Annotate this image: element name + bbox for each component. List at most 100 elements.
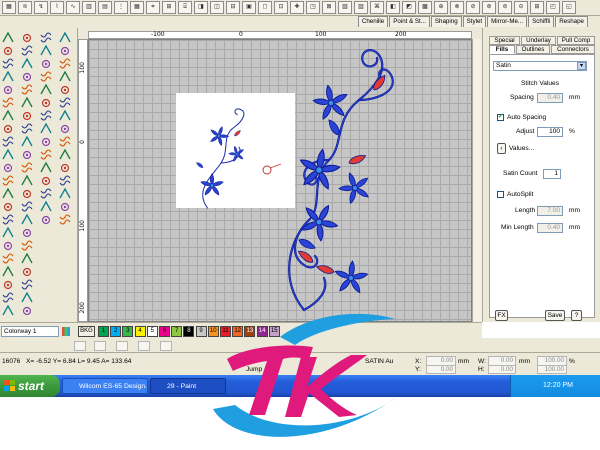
- tool-icon[interactable]: [21, 162, 33, 173]
- tool-icon[interactable]: [40, 83, 52, 95]
- tool-icon[interactable]: [3, 46, 13, 56]
- tool-icon[interactable]: [40, 32, 52, 43]
- tool-icon[interactable]: [2, 136, 14, 147]
- tab-outlines[interactable]: Outlines: [516, 45, 550, 54]
- length-input[interactable]: 7.00: [537, 206, 563, 216]
- design-grid[interactable]: [88, 39, 472, 322]
- satin-count-input[interactable]: 1: [543, 169, 561, 179]
- tool-icon[interactable]: ◻: [258, 1, 272, 14]
- tool-icon[interactable]: [74, 341, 86, 351]
- tool-icon[interactable]: ⊝: [514, 1, 528, 14]
- tool-icon[interactable]: ✚: [290, 1, 304, 14]
- tool-icon[interactable]: [21, 174, 33, 186]
- tool-icon[interactable]: [21, 240, 33, 251]
- embroidery-design[interactable]: [89, 40, 473, 323]
- object-tab[interactable]: Schiffli: [528, 16, 555, 27]
- tool-icon[interactable]: [21, 123, 33, 134]
- tool-icon[interactable]: [60, 202, 70, 212]
- tool-icon[interactable]: [21, 96, 33, 108]
- tool-icon[interactable]: ◫: [210, 1, 224, 14]
- thread-swatch[interactable]: 3: [122, 326, 134, 337]
- tool-icon[interactable]: [22, 111, 32, 121]
- tool-icon[interactable]: ⊞: [530, 1, 544, 14]
- tool-icon[interactable]: ▨: [354, 1, 368, 14]
- h-scale-input[interactable]: 100.00: [537, 365, 567, 374]
- tool-icon[interactable]: [59, 109, 71, 121]
- tool-icon[interactable]: [21, 213, 33, 225]
- chevron-left-icon[interactable]: ‹: [497, 143, 506, 154]
- object-tab[interactable]: Point & St...: [389, 16, 430, 27]
- tool-icon[interactable]: [60, 124, 70, 134]
- spacing-input[interactable]: 0.40: [537, 93, 563, 103]
- tool-icon[interactable]: [22, 72, 32, 82]
- tool-icon[interactable]: ⊘: [466, 1, 480, 14]
- tool-icon[interactable]: [2, 58, 14, 69]
- h-input[interactable]: 0.00: [488, 365, 516, 374]
- tool-icon[interactable]: ⊠: [322, 1, 336, 14]
- tool-icon[interactable]: [59, 214, 71, 225]
- tool-icon[interactable]: [21, 201, 33, 212]
- tool-icon[interactable]: [22, 306, 32, 316]
- thread-swatch[interactable]: 5: [146, 326, 158, 337]
- tool-icon[interactable]: ▧: [338, 1, 352, 14]
- tool-icon[interactable]: [3, 85, 13, 95]
- tool-icon[interactable]: [22, 150, 32, 160]
- tool-icon[interactable]: [59, 97, 71, 108]
- thread-swatch[interactable]: 4: [134, 326, 146, 337]
- tool-icon[interactable]: [41, 176, 51, 186]
- tab-pull-comp[interactable]: Pull Comp: [557, 36, 595, 45]
- tool-icon[interactable]: [60, 46, 70, 56]
- tool-icon[interactable]: ≋: [18, 1, 32, 14]
- tool-icon[interactable]: ⋮: [114, 1, 128, 14]
- tool-icon[interactable]: [40, 188, 52, 199]
- tool-icon[interactable]: [41, 137, 51, 147]
- y-input[interactable]: 0.00: [426, 365, 456, 374]
- tab-connectors[interactable]: Connectors: [551, 45, 595, 54]
- tool-icon[interactable]: [59, 187, 71, 199]
- tool-icon[interactable]: [40, 161, 52, 173]
- tool-icon[interactable]: ⊛: [482, 1, 496, 14]
- object-tab[interactable]: Stylet: [462, 16, 487, 27]
- tool-icon[interactable]: ⊞: [162, 1, 176, 14]
- tool-icon[interactable]: [22, 189, 32, 199]
- tab-special[interactable]: Special: [489, 36, 520, 45]
- tool-icon[interactable]: [21, 57, 33, 69]
- tool-icon[interactable]: [2, 226, 14, 238]
- tool-icon[interactable]: ◨: [194, 1, 208, 14]
- tool-icon[interactable]: [3, 280, 13, 290]
- tool-icon[interactable]: [40, 71, 52, 82]
- tool-icon[interactable]: ⊟: [226, 1, 240, 14]
- vertical-scrollbar[interactable]: [472, 39, 482, 322]
- thread-swatch[interactable]: 7: [171, 326, 183, 337]
- autosplit-checkbox[interactable]: [497, 191, 504, 198]
- tool-icon[interactable]: [22, 33, 32, 43]
- tool-icon[interactable]: [21, 279, 33, 290]
- tool-icon[interactable]: [21, 252, 33, 264]
- tool-icon[interactable]: ▦: [2, 1, 16, 14]
- tool-icon[interactable]: [59, 136, 71, 147]
- values-button[interactable]: Values...: [509, 145, 534, 152]
- tool-icon[interactable]: ⌸: [178, 1, 192, 14]
- fx-button[interactable]: FX: [495, 310, 508, 321]
- tool-icon[interactable]: [40, 44, 52, 56]
- tool-icon[interactable]: [2, 148, 14, 160]
- tool-icon[interactable]: [2, 97, 14, 108]
- tool-icon[interactable]: ⌇: [50, 1, 64, 14]
- tool-icon[interactable]: [22, 267, 32, 277]
- tool-icon[interactable]: [60, 163, 70, 173]
- tool-icon[interactable]: [41, 59, 51, 69]
- thread-swatch[interactable]: 1: [98, 326, 109, 337]
- tool-icon[interactable]: ▦: [130, 1, 144, 14]
- thread-swatch[interactable]: 8: [183, 326, 195, 337]
- thread-swatch[interactable]: 2: [110, 326, 122, 337]
- thread-swatch[interactable]: 6: [159, 326, 170, 337]
- tool-icon[interactable]: [2, 292, 14, 303]
- tool-icon[interactable]: ▩: [418, 1, 432, 14]
- tool-icon[interactable]: [59, 70, 71, 82]
- tool-icon[interactable]: [21, 291, 33, 303]
- tool-icon[interactable]: [3, 124, 13, 134]
- tool-icon[interactable]: [2, 109, 14, 121]
- adjust-input[interactable]: 100: [537, 127, 563, 137]
- tool-icon[interactable]: ◩: [402, 1, 416, 14]
- object-tab[interactable]: Chenille: [357, 16, 389, 27]
